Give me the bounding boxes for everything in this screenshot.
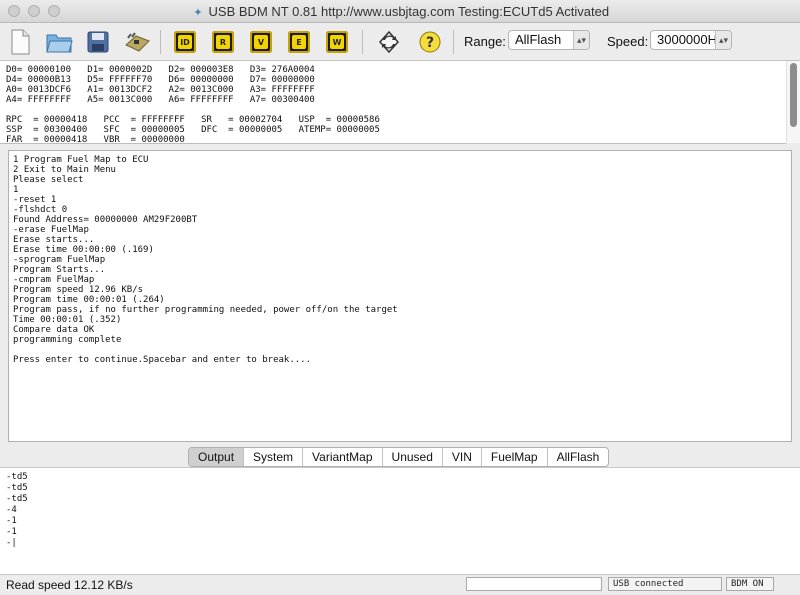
console-line: Time 00:00:01 (.352) xyxy=(13,315,122,325)
console-line: Found Address= 00000000 AM29F200BT xyxy=(13,215,198,225)
register-line: SSP = 00300400 SFC = 00000005 DFC = 0000… xyxy=(6,125,380,135)
status-input-field[interactable] xyxy=(466,577,602,591)
tab-system[interactable]: System xyxy=(243,448,302,466)
console-line: 1 xyxy=(13,185,19,195)
chip-erase-button[interactable]: E xyxy=(284,27,314,57)
chip-read-button[interactable]: R xyxy=(208,27,238,57)
console-line: programming complete xyxy=(13,335,122,345)
window-title-text: USB BDM NT 0.81 http://www.usbjtag.com T… xyxy=(208,4,610,19)
console-line: Program Starts... xyxy=(13,265,106,275)
range-select-value: AllFlash xyxy=(515,32,562,47)
speed-label: Speed: xyxy=(607,34,649,49)
console-line: Program pass, if no further programming … xyxy=(13,305,398,315)
console-line: 1 Program Fuel Map to ECU xyxy=(13,155,149,165)
usb-status: USB connected xyxy=(608,577,722,591)
tab-variantmap[interactable]: VariantMap xyxy=(302,448,381,466)
chip-write-label: W xyxy=(330,35,344,49)
console-line: Program time 00:00:01 (.264) xyxy=(13,295,165,305)
toolbar: ID R V E W ? Range: AllFlash ▴▾ Speed: 3… xyxy=(0,23,800,61)
dropdown-arrow-icon: ▴▾ xyxy=(573,31,589,49)
output-line: -4 xyxy=(6,505,17,515)
help-button[interactable]: ? xyxy=(415,27,445,57)
chip-verify-icon: V xyxy=(250,31,272,53)
chip-verify-label: V xyxy=(254,35,268,49)
console-line: Program speed 12.96 KB/s xyxy=(13,285,144,295)
status-bar: Read speed 12.12 KB/s USB connected BDM … xyxy=(0,574,800,595)
ecu-button[interactable] xyxy=(122,27,152,57)
console-line: Compare data OK xyxy=(13,325,95,335)
chip-id-label: ID xyxy=(178,35,192,49)
read-speed-status: Read speed 12.12 KB/s xyxy=(6,578,133,592)
console-line: Erase starts... xyxy=(13,235,95,245)
chip-verify-button[interactable]: V xyxy=(246,27,276,57)
save-button[interactable] xyxy=(83,27,113,57)
chip-erase-label: E xyxy=(292,35,306,49)
console-line: -sprogram FuelMap xyxy=(13,255,106,265)
new-document-icon xyxy=(11,29,30,55)
toolbar-separator xyxy=(453,30,454,54)
chip-erase-icon: E xyxy=(288,31,310,53)
toolbar-separator xyxy=(160,30,161,54)
register-line: RPC = 00000418 PCC = FFFFFFFF SR = 00002… xyxy=(6,115,380,125)
range-select[interactable]: AllFlash ▴▾ xyxy=(508,30,590,50)
output-line: -td5 xyxy=(6,472,28,482)
console-line: 2 Exit to Main Menu xyxy=(13,165,116,175)
open-button[interactable] xyxy=(44,27,74,57)
dropdown-arrow-icon: ▴▾ xyxy=(715,31,731,49)
console-line: -erase FuelMap xyxy=(13,225,89,235)
help-icon: ? xyxy=(419,31,441,53)
refresh-button[interactable] xyxy=(374,27,404,57)
output-line: -1 xyxy=(6,527,17,537)
chip-read-label: R xyxy=(216,35,230,49)
console-line: Erase time 00:00:00 (.169) xyxy=(13,245,154,255)
register-line: A4= FFFFFFFF A5= 0013C000 A6= FFFFFFFF A… xyxy=(6,95,315,105)
bdm-status: BDM ON xyxy=(726,577,774,591)
speed-select[interactable]: 3000000H ▴▾ xyxy=(650,30,732,50)
console-line: Press enter to continue.Spacebar and ent… xyxy=(13,355,312,365)
register-line: D4= 00000B13 D5= FFFFFF70 D6= 00000000 D… xyxy=(6,75,315,85)
console-line: -cmpram FuelMap xyxy=(13,275,95,285)
chip-write-button[interactable]: W xyxy=(322,27,352,57)
output-line: -1 xyxy=(6,516,17,526)
tab-fuelmap[interactable]: FuelMap xyxy=(480,448,547,466)
register-scrollbar[interactable] xyxy=(786,61,800,143)
svg-text:?: ? xyxy=(426,35,434,51)
title-bar: ✦ USB BDM NT 0.81 http://www.usbjtag.com… xyxy=(0,0,800,23)
chip-id-icon: ID xyxy=(174,31,196,53)
register-line: D0= 00000100 D1= 0000002D D2= 000003E8 D… xyxy=(6,65,315,75)
speed-select-value: 3000000H xyxy=(657,32,717,47)
ecu-board-icon xyxy=(125,32,150,52)
new-button[interactable] xyxy=(5,27,35,57)
command-output[interactable]: -td5 -td5 -td5 -4 -1 -1 -| xyxy=(0,467,800,574)
register-panel[interactable]: D0= 00000100 D1= 0000002D D2= 000003E8 D… xyxy=(0,61,786,144)
open-folder-icon xyxy=(46,34,73,53)
output-line: -td5 xyxy=(6,483,28,493)
save-disk-icon xyxy=(87,31,109,53)
chip-id-button[interactable]: ID xyxy=(170,27,200,57)
chip-read-icon: R xyxy=(212,31,234,53)
console-output[interactable]: 1 Program Fuel Map to ECU 2 Exit to Main… xyxy=(8,150,792,442)
tab-bar: Output System VariantMap Unused VIN Fuel… xyxy=(188,447,610,467)
register-scroll-thumb[interactable] xyxy=(790,63,797,127)
output-line: -td5 xyxy=(6,494,28,504)
refresh-icon xyxy=(378,30,400,54)
usb-logo-icon: ✦ xyxy=(193,7,203,19)
register-line: FAR = 00000418 VBR = 00000000 xyxy=(6,135,185,144)
window-title: ✦ USB BDM NT 0.81 http://www.usbjtag.com… xyxy=(0,4,800,19)
tab-output[interactable]: Output xyxy=(189,448,244,466)
output-line: -| xyxy=(6,538,17,548)
toolbar-separator xyxy=(362,30,363,54)
range-label: Range: xyxy=(464,34,506,49)
register-line: A0= 0013DCF6 A1= 0013DCF2 A2= 0013C000 A… xyxy=(6,85,315,95)
chip-write-icon: W xyxy=(326,31,348,53)
console-line: Please select xyxy=(13,175,84,185)
tab-allflash[interactable]: AllFlash xyxy=(546,448,609,466)
console-line: -flshdct 0 xyxy=(13,205,68,215)
console-line: -reset 1 xyxy=(13,195,57,205)
tab-unused[interactable]: Unused xyxy=(381,448,442,466)
tab-vin[interactable]: VIN xyxy=(441,448,481,466)
